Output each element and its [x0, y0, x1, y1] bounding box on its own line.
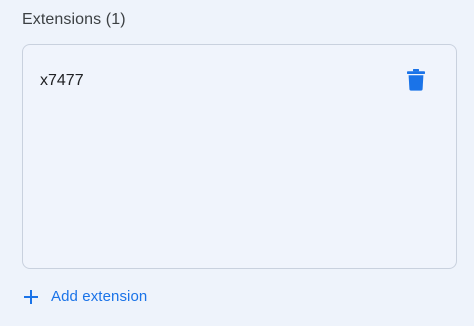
delete-extension-button[interactable]	[404, 67, 428, 93]
extension-item: x7477	[23, 45, 456, 115]
extensions-list: x7477	[22, 44, 457, 269]
add-extension-button[interactable]: Add extension	[22, 286, 147, 308]
section-title: Extensions (1)	[22, 11, 126, 28]
plus-icon	[22, 288, 40, 306]
add-extension-label: Add extension	[51, 288, 148, 305]
extension-name: x7477	[40, 72, 84, 89]
trash-icon	[407, 69, 425, 91]
